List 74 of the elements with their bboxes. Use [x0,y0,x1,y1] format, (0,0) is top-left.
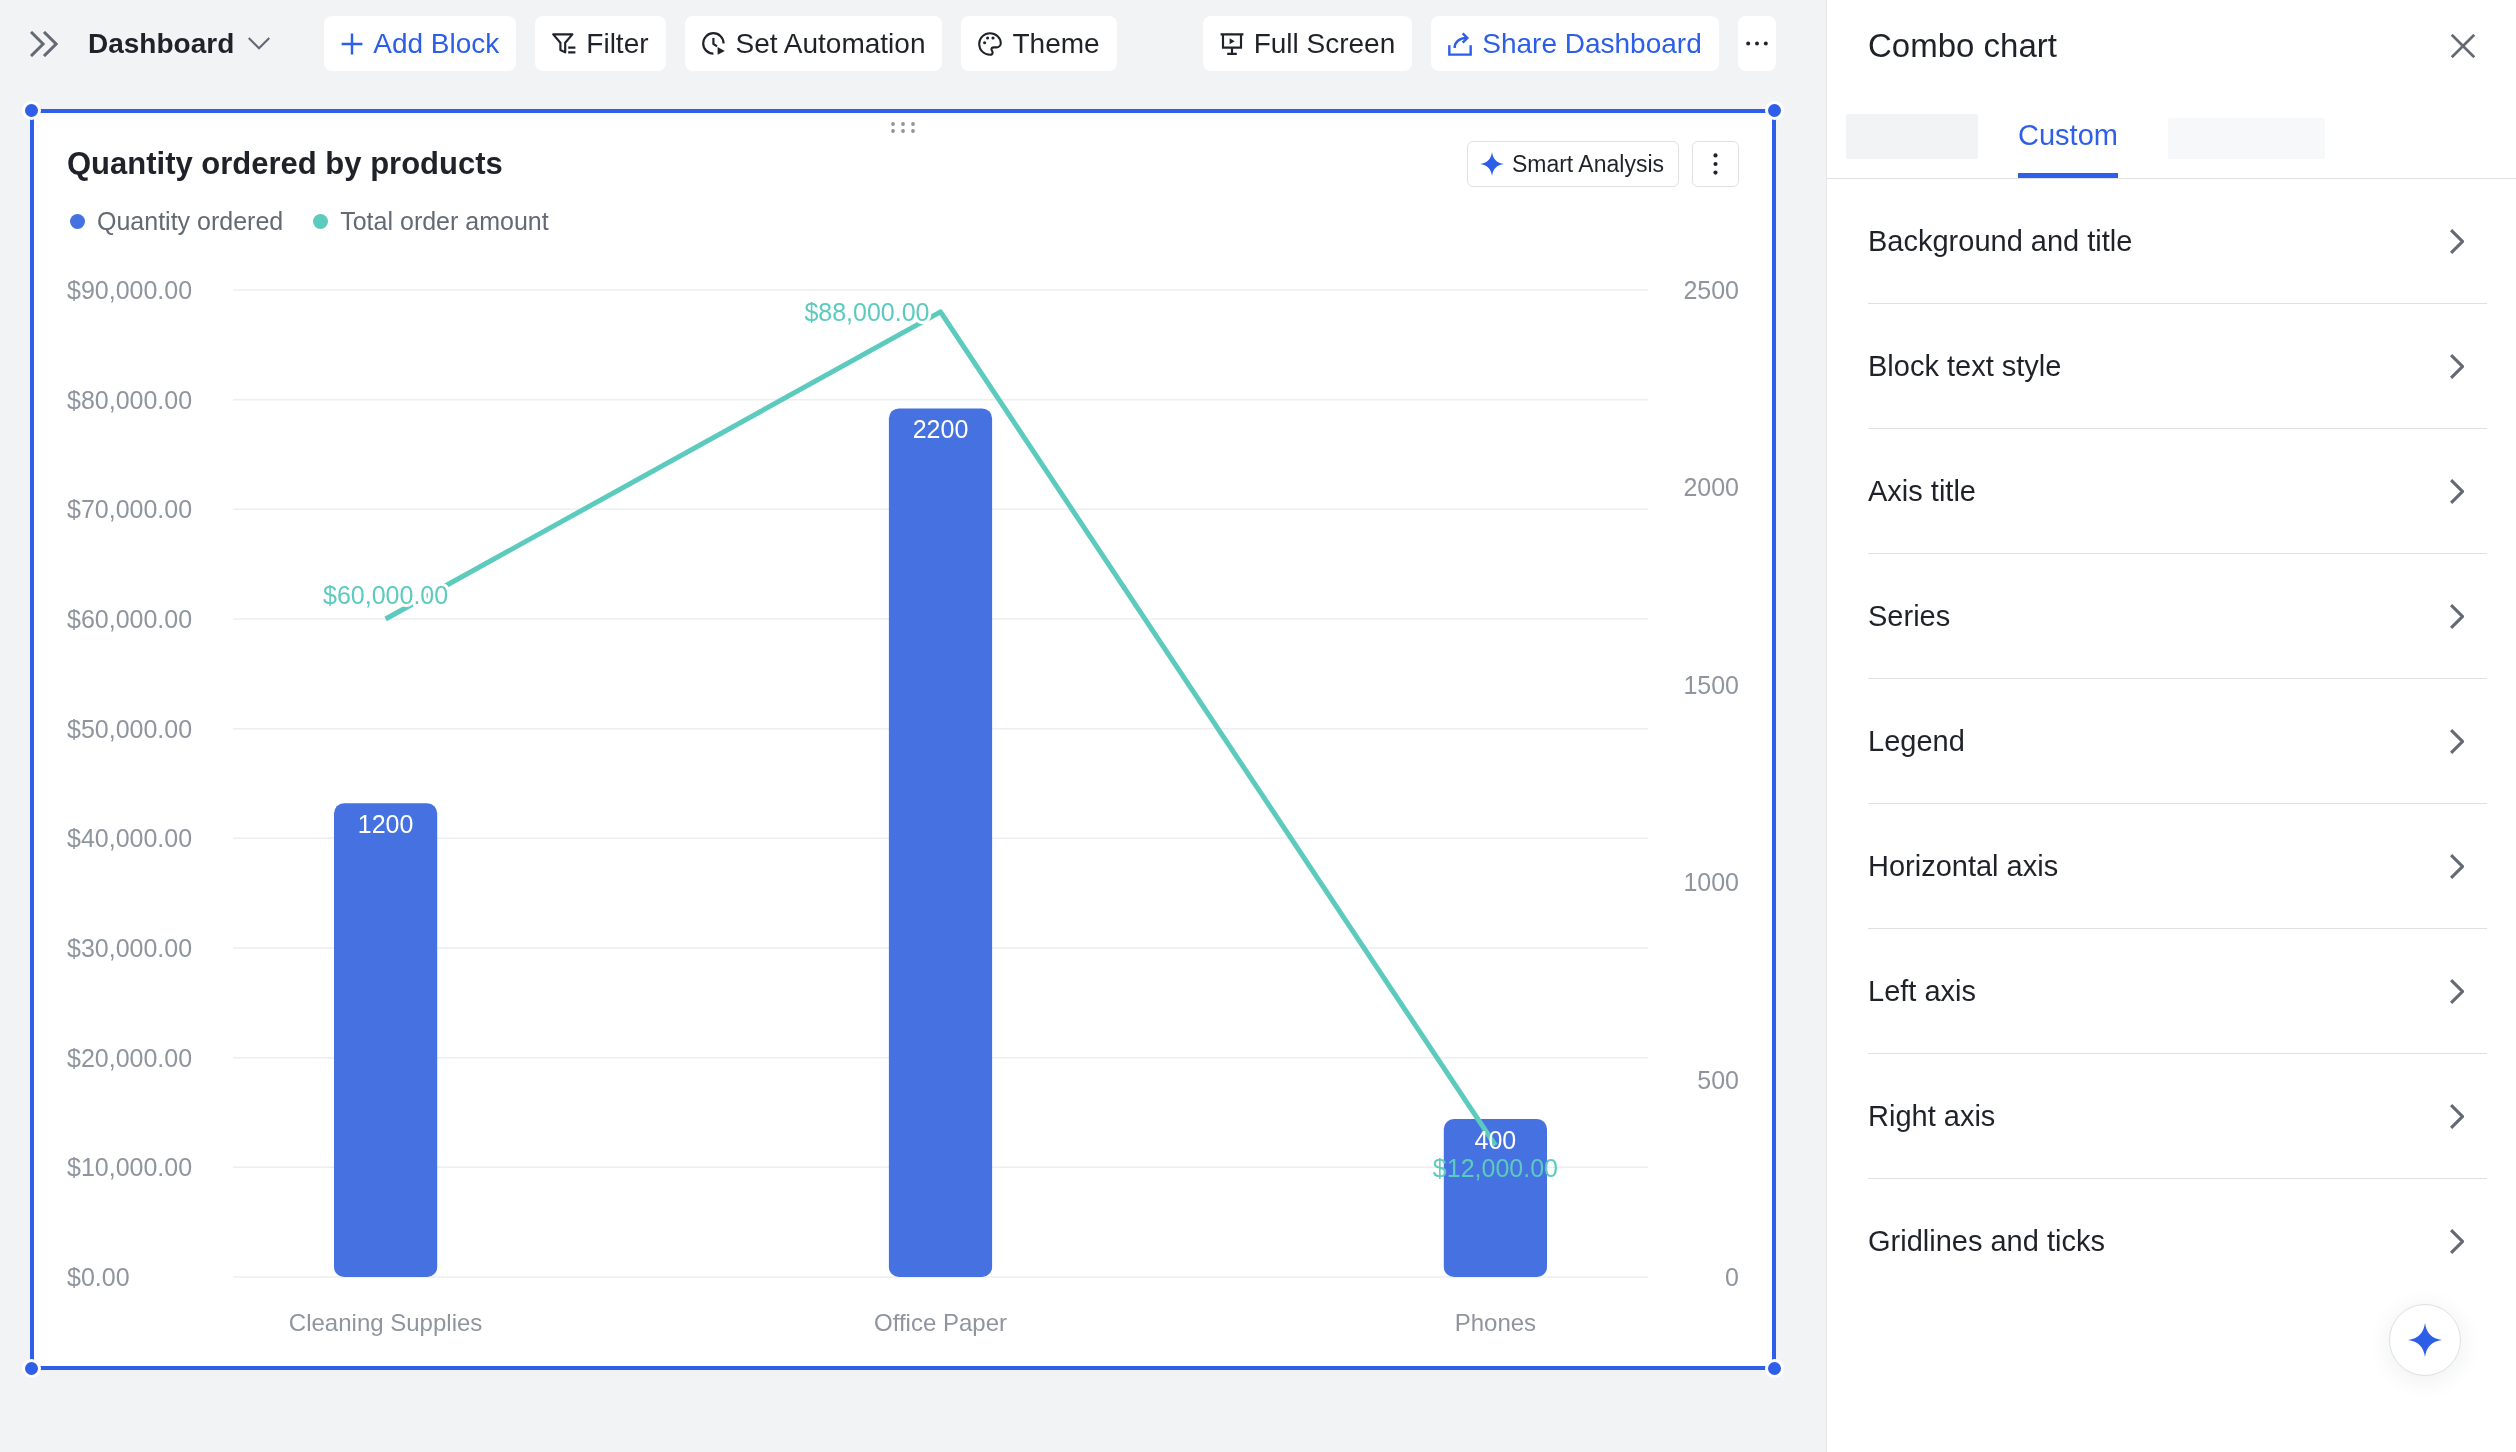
data-label: 400 [1474,1126,1517,1155]
axis-label: 1500 [1683,670,1739,699]
sparkle-icon [1479,152,1504,176]
axis-label: $80,000.00 [67,385,193,414]
filter-icon [552,32,577,55]
plus-icon [341,32,364,55]
caret-down-icon [248,37,271,50]
clock-play-icon [701,31,726,56]
settings-section-row[interactable]: Block text style [1868,304,2487,429]
chevron-right-icon [2450,1103,2464,1129]
axis-label: $90,000.00 [67,276,193,304]
axis-label: 500 [1697,1065,1739,1094]
dashboard-menu[interactable]: Dashboard [88,27,271,60]
filter-button[interactable]: Filter [535,16,666,71]
close-button[interactable] [2451,34,2475,58]
close-icon [2451,34,2475,58]
sparkle-icon [2408,1323,2442,1357]
smart-analysis-button[interactable]: Smart Analysis [1466,141,1679,187]
axis-label: $50,000.00 [67,714,193,743]
axis-label: $20,000.00 [67,1043,193,1072]
panel-title: Combo chart [1868,27,2057,65]
set-automation-button[interactable]: Set Automation [684,16,943,71]
category-label: Cleaning Supplies [288,1308,483,1336]
settings-section-row[interactable]: Horizontal axis [1868,804,2487,929]
presentation-screen-icon [1219,32,1244,55]
share-icon [1448,31,1473,56]
axis-label: 0 [1725,1263,1739,1291]
axis-label: $40,000.00 [67,824,193,853]
more-icon [1745,41,1768,46]
data-label: $88,000.00 [804,297,930,326]
settings-section-row[interactable]: Axis title [1868,429,2487,554]
palette-icon [978,31,1003,56]
resize-handle[interactable] [22,1359,41,1378]
chart-title: Quantity ordered by products [67,146,503,182]
settings-section-row[interactable]: Background and title [1868,179,2487,304]
axis-label: $60,000.00 [67,605,193,633]
settings-section-row[interactable]: Legend [1868,679,2487,804]
theme-button[interactable]: Theme [961,16,1117,71]
chevron-right-icon [2450,853,2464,879]
data-label: 1200 [357,810,414,839]
chevron-right-icon [2450,603,2464,629]
axis-label: $10,000.00 [67,1153,193,1182]
settings-section-row[interactable]: Right axis [1868,1054,2487,1179]
chevron-right-icon [2450,978,2464,1004]
vertical-dots-icon [1713,153,1718,175]
resize-handle[interactable] [1765,1359,1784,1378]
double-chevron-icon [30,30,58,57]
add-block-button[interactable]: Add Block [324,16,517,71]
legend-label: Total order amount [340,206,549,236]
chevron-right-icon [2450,728,2464,754]
legend-label: Quantity ordered [97,206,284,236]
chevron-right-icon [2450,1229,2464,1254]
settings-section-row[interactable]: Left axis [1868,929,2487,1054]
tab[interactable]: Custom [2018,92,2118,178]
axis-label: 2500 [1683,276,1739,304]
chevron-right-icon [2450,228,2464,254]
resize-handle[interactable] [22,101,41,120]
settings-section-row[interactable]: Series [1868,554,2487,679]
axis-label: 1000 [1683,868,1739,897]
axis-label: $0.00 [67,1263,130,1291]
category-label: Phones [1454,1308,1537,1336]
category-label: Office Paper [874,1308,1007,1336]
axis-label: $30,000.00 [67,934,193,962]
drag-handle-icon[interactable] [891,122,915,133]
chevron-right-icon [2450,478,2464,504]
axis-label: $70,000.00 [67,495,193,524]
settings-section-row[interactable]: Gridlines and ticks [1868,1179,2487,1304]
axis-label: 2000 [1683,473,1739,502]
resize-handle[interactable] [1765,101,1784,120]
full-screen-button[interactable]: Full Screen [1202,16,1413,71]
data-label: 2200 [912,415,969,444]
share-dashboard-button[interactable]: Share Dashboard [1431,16,1719,71]
expand-sidebar-button[interactable] [30,30,58,57]
chevron-right-icon [2450,353,2464,379]
